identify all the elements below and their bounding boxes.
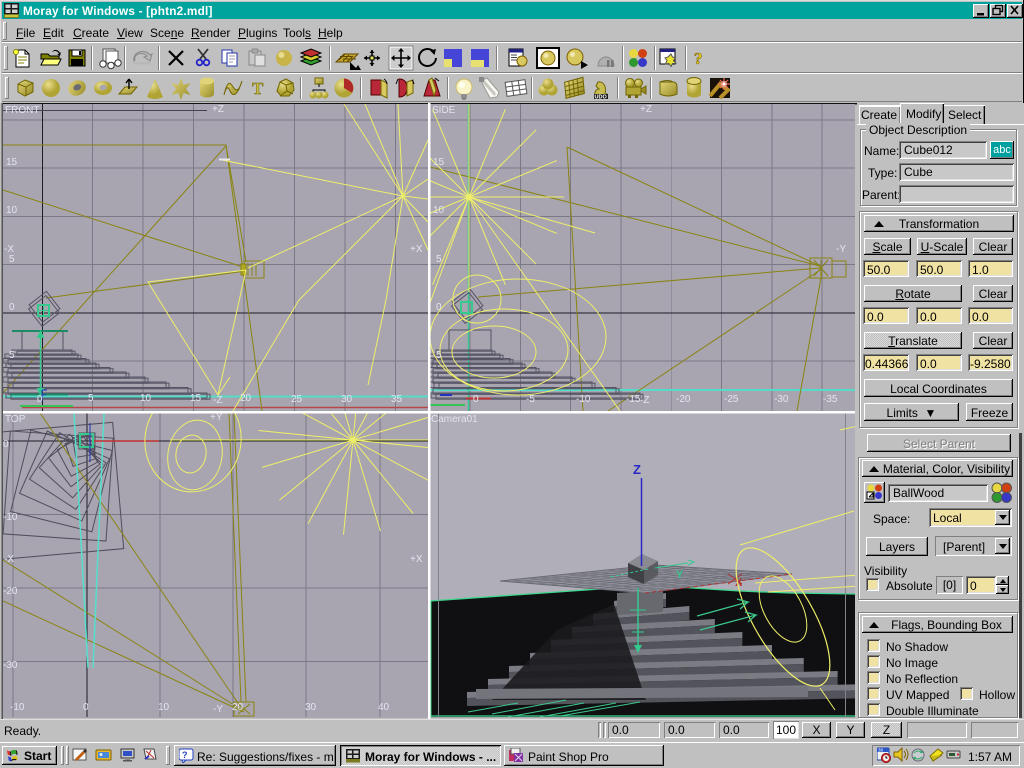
svg-text:-5: -5 — [526, 394, 535, 405]
svg-text:20: 20 — [232, 702, 244, 713]
svg-text:-20: -20 — [676, 394, 691, 405]
svg-text:5: 5 — [88, 393, 94, 404]
svg-text:UDO: UDO — [595, 95, 608, 101]
svg-text:-Z: -Z — [213, 395, 222, 406]
svg-text:5: 5 — [9, 350, 15, 361]
svg-text:-20: -20 — [3, 586, 18, 597]
svg-text:-35: -35 — [823, 394, 838, 405]
svg-text:10: 10 — [6, 205, 18, 216]
svg-text:+Z: +Z — [212, 104, 224, 115]
svg-text:Camera01: Camera01 — [431, 414, 478, 425]
svg-text:0: 0 — [3, 439, 9, 450]
svg-text:-Z: -Z — [640, 395, 649, 406]
svg-text:-30: -30 — [774, 394, 789, 405]
svg-text:5: 5 — [436, 350, 442, 361]
svg-text:10: 10 — [158, 702, 170, 713]
svg-text:FRONT: FRONT — [5, 105, 39, 116]
svg-text:+X: +X — [410, 554, 423, 565]
svg-text:30: 30 — [305, 702, 317, 713]
svg-text:35: 35 — [391, 394, 403, 405]
svg-text:T: T — [252, 79, 264, 98]
svg-text:-Y: -Y — [213, 704, 223, 715]
svg-text:-10: -10 — [576, 394, 591, 405]
svg-text:38: 38 — [878, 748, 884, 753]
svg-text:0: 0 — [83, 702, 89, 713]
svg-text:15: 15 — [433, 157, 445, 168]
svg-text:25: 25 — [291, 394, 303, 405]
svg-text:Y: Y — [676, 569, 684, 581]
svg-text:-30: -30 — [3, 660, 18, 671]
svg-text:5: 5 — [9, 254, 15, 265]
svg-text:0: 0 — [37, 394, 43, 405]
svg-text:5: 5 — [436, 254, 442, 265]
svg-text:0: 0 — [473, 394, 479, 405]
svg-text:-15: -15 — [626, 394, 641, 405]
svg-text:+Y: +Y — [210, 412, 223, 423]
svg-text:+X: +X — [410, 244, 423, 255]
svg-text:-10: -10 — [10, 702, 25, 713]
svg-text:40: 40 — [378, 702, 390, 713]
svg-text:TOP: TOP — [5, 414, 26, 425]
svg-text:30: 30 — [341, 394, 353, 405]
svg-text:-Y: -Y — [836, 244, 846, 255]
svg-text:20: 20 — [240, 393, 252, 404]
svg-text:-10: -10 — [3, 512, 18, 523]
svg-text:?: ? — [694, 49, 703, 68]
svg-text:Z: Z — [633, 462, 641, 477]
svg-text:15: 15 — [190, 393, 202, 404]
svg-text:+Z: +Z — [640, 104, 652, 115]
svg-text:15: 15 — [6, 157, 18, 168]
svg-text:-X: -X — [4, 554, 14, 565]
svg-text:10: 10 — [140, 393, 152, 404]
svg-text:10: 10 — [433, 205, 445, 216]
svg-text:?: ? — [182, 750, 188, 760]
svg-text:0: 0 — [9, 302, 15, 313]
svg-text:SIDE: SIDE — [432, 105, 456, 116]
svg-text:-25: -25 — [724, 394, 739, 405]
svg-text:0: 0 — [436, 302, 442, 313]
